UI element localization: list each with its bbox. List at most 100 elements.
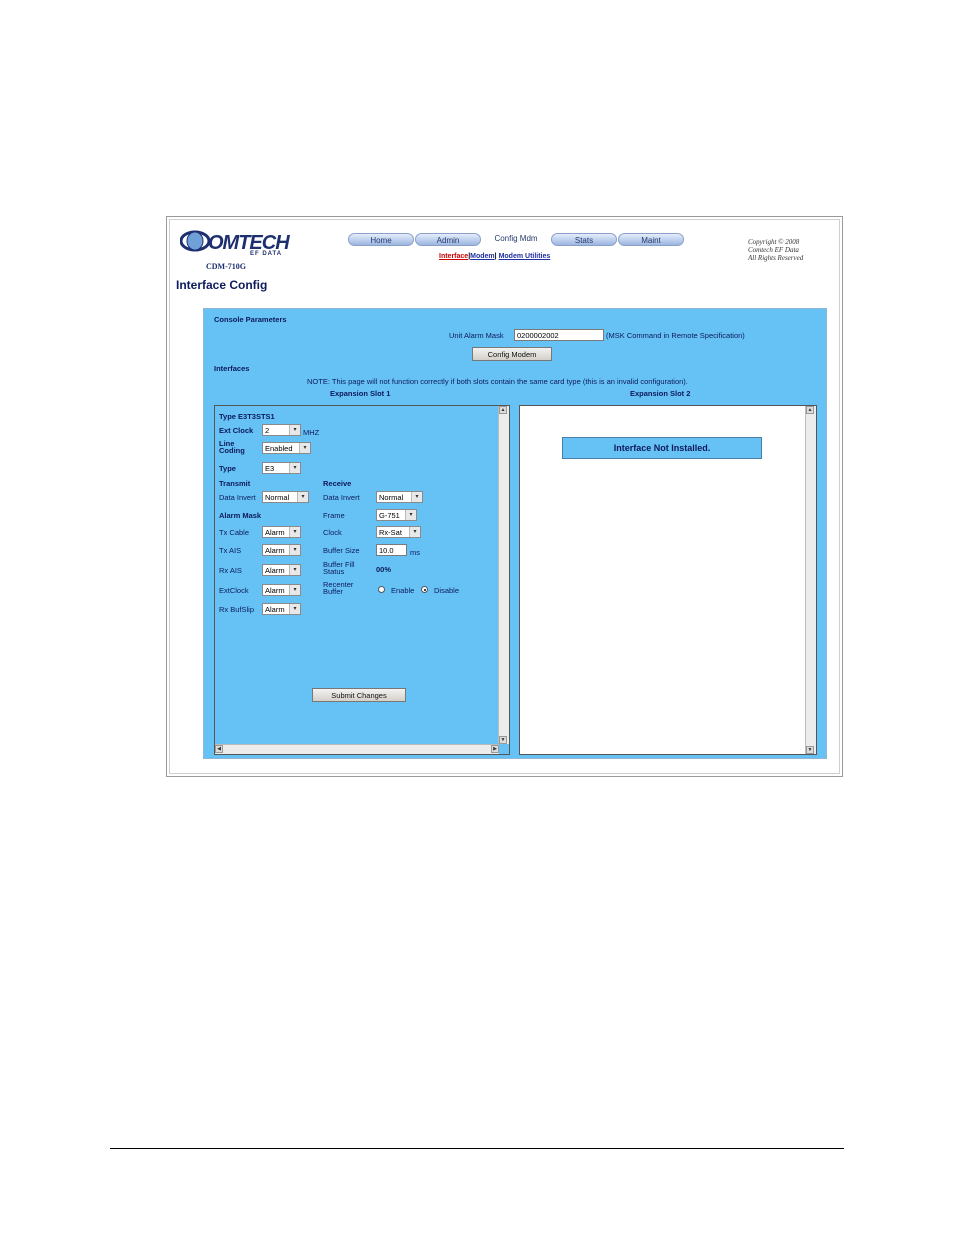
tx-ais-select[interactable]: Alarm ▾ (262, 544, 301, 556)
expansion-slot-2-frame: Interface Not Installed. ▲ ▼ (519, 405, 817, 755)
clock-select[interactable]: Rx-Sat ▾ (376, 526, 421, 538)
extclock-select[interactable]: Alarm ▾ (262, 584, 301, 596)
rx-ais-value: Alarm (265, 566, 285, 575)
unit-alarm-mask-input[interactable]: 0200002002 (514, 329, 604, 341)
copyright-line-1: Copyright © 2008 (748, 238, 800, 246)
chevron-down-icon: ▾ (289, 565, 300, 575)
tx-cable-label: Tx Cable (219, 528, 250, 537)
frame-select[interactable]: G-751 ▾ (376, 509, 417, 521)
buffer-size-unit: ms (410, 548, 420, 557)
frame-inner: OMTECH EF DATA CDM-710G Home Admin Confi… (169, 219, 840, 774)
scroll-down-icon[interactable]: ▼ (806, 746, 814, 754)
line-coding-select[interactable]: Enabled ▾ (262, 442, 311, 454)
ext-clock-select[interactable]: 2 ▾ (262, 424, 301, 436)
expansion-slot-1-heading: Expansion Slot 1 (330, 389, 391, 398)
type-field-select[interactable]: E3 ▾ (262, 462, 301, 474)
chevron-down-icon: ▾ (409, 527, 420, 537)
recenter-enable-radio[interactable] (378, 586, 385, 593)
chevron-down-icon: ▾ (405, 510, 416, 520)
interfaces-note: NOTE: This page will not function correc… (307, 377, 688, 386)
tx-cable-select[interactable]: Alarm ▾ (262, 526, 301, 538)
chevron-down-icon: ▾ (289, 604, 300, 614)
clock-value: Rx-Sat (379, 528, 402, 537)
line-coding-label: Line Coding (219, 440, 245, 455)
frame-label: Frame (323, 511, 345, 520)
page-title: Interface Config (176, 278, 268, 292)
rx-bufslip-value: Alarm (265, 605, 285, 614)
expansion-slot-1-frame: Type E3T3STS1 Ext Clock 2 ▾ MHZ Line Codin… (214, 405, 510, 755)
line-coding-label-line2: Coding (219, 446, 245, 455)
chevron-down-icon: ▾ (289, 585, 300, 595)
type-field-value: E3 (265, 464, 275, 473)
interface-not-installed-banner: Interface Not Installed. (562, 437, 762, 459)
console-parameters-heading: Console Parameters (214, 315, 287, 324)
chevron-down-icon: ▾ (289, 527, 300, 537)
interfaces-heading: Interfaces (214, 364, 250, 373)
ext-clock-unit: MHZ (303, 428, 320, 437)
buffer-size-label: Buffer Size (323, 546, 360, 555)
type-field-label: Type (219, 464, 236, 473)
tab-stats[interactable]: Stats (551, 233, 617, 246)
scroll-up-icon[interactable]: ▲ (499, 406, 507, 414)
scroll-right-icon[interactable]: ▶ (491, 745, 499, 753)
config-panel: Console Parameters Unit Alarm Mask 02000… (203, 308, 827, 759)
slot1-horizontal-scrollbar[interactable]: ◀ ▶ (215, 744, 499, 754)
scroll-down-icon[interactable]: ▼ (499, 736, 507, 744)
chevron-down-icon: ▾ (289, 463, 300, 473)
logo-subtitle: EF DATA (250, 251, 283, 257)
subnav-modem[interactable]: Modem (470, 253, 495, 260)
rx-bufslip-select[interactable]: Alarm ▾ (262, 603, 301, 615)
extclock-label: ExtClock (219, 586, 249, 595)
config-modem-button[interactable]: Config Modem (472, 347, 552, 361)
subnav-modem-utilities[interactable]: Modem Utilities (499, 253, 551, 260)
recenter-buffer-label: Recenter Buffer (323, 581, 353, 596)
buffer-fill-label: Buffer Fill Status (323, 561, 355, 576)
tab-home[interactable]: Home (348, 233, 414, 246)
buffer-size-input[interactable]: 10.0 (376, 544, 407, 556)
ext-clock-value: 2 (265, 426, 270, 435)
sub-nav: Interface|Modem| Modem Utilities (439, 253, 551, 260)
tx-data-invert-select[interactable]: Normal ▾ (262, 491, 309, 503)
line-coding-value: Enabled (265, 444, 293, 453)
tx-cable-value: Alarm (265, 528, 285, 537)
chevron-down-icon: ▾ (289, 545, 300, 555)
submit-changes-button[interactable]: Submit Changes (312, 688, 406, 702)
ext-clock-label: Ext Clock (219, 426, 254, 435)
slot1-vertical-scrollbar[interactable]: ▲ ▼ (498, 406, 509, 744)
recenter-label-line2: Buffer (323, 587, 343, 596)
recenter-disable-label: Disable (434, 586, 460, 595)
rx-data-invert-label: Data Invert (323, 493, 360, 502)
model-name: CDM-710G (206, 262, 246, 271)
clock-label: Clock (323, 528, 342, 537)
tx-data-invert-label: Data Invert (219, 493, 256, 502)
main-nav: Home Admin Config Mdm Stats Maint (348, 233, 684, 246)
scroll-left-icon[interactable]: ◀ (215, 745, 223, 753)
expansion-slot-2-heading: Expansion Slot 2 (630, 389, 691, 398)
screenshot-frame: OMTECH EF DATA CDM-710G Home Admin Confi… (166, 216, 843, 777)
buffer-fill-label-line2: Status (323, 567, 345, 576)
transmit-heading: Transmit (219, 479, 251, 488)
page-footer-rule (110, 1148, 844, 1149)
chevron-down-icon: ▾ (297, 492, 308, 502)
copyright-line-2: Comtech EF Data (748, 246, 799, 254)
rx-ais-select[interactable]: Alarm ▾ (262, 564, 301, 576)
recenter-enable-label: Enable (391, 586, 415, 595)
subnav-interface[interactable]: Interface (439, 253, 468, 260)
card-type-label: Type E3T3STS1 (219, 412, 275, 421)
rx-data-invert-select[interactable]: Normal ▾ (376, 491, 423, 503)
unit-alarm-mask-label: Unit Alarm Mask (449, 331, 504, 340)
comtech-logo: OMTECH EF DATA CDM-710G (180, 228, 300, 271)
buffer-fill-value: 00% (376, 565, 392, 574)
extclock-value: Alarm (265, 586, 285, 595)
copyright-line-3: All Rights Reserved (748, 254, 804, 262)
tab-admin[interactable]: Admin (415, 233, 481, 246)
chevron-down-icon: ▾ (299, 443, 310, 453)
slot2-vertical-scrollbar[interactable]: ▲ ▼ (805, 406, 816, 754)
tab-maint[interactable]: Maint (618, 233, 684, 246)
tab-config-mdm[interactable]: Config Mdm (482, 231, 550, 244)
tx-ais-value: Alarm (265, 546, 285, 555)
frame-value: G-751 (379, 511, 400, 520)
tx-ais-label: Tx AIS (219, 546, 242, 555)
recenter-disable-radio[interactable] (421, 586, 428, 593)
scroll-up-icon[interactable]: ▲ (806, 406, 814, 414)
